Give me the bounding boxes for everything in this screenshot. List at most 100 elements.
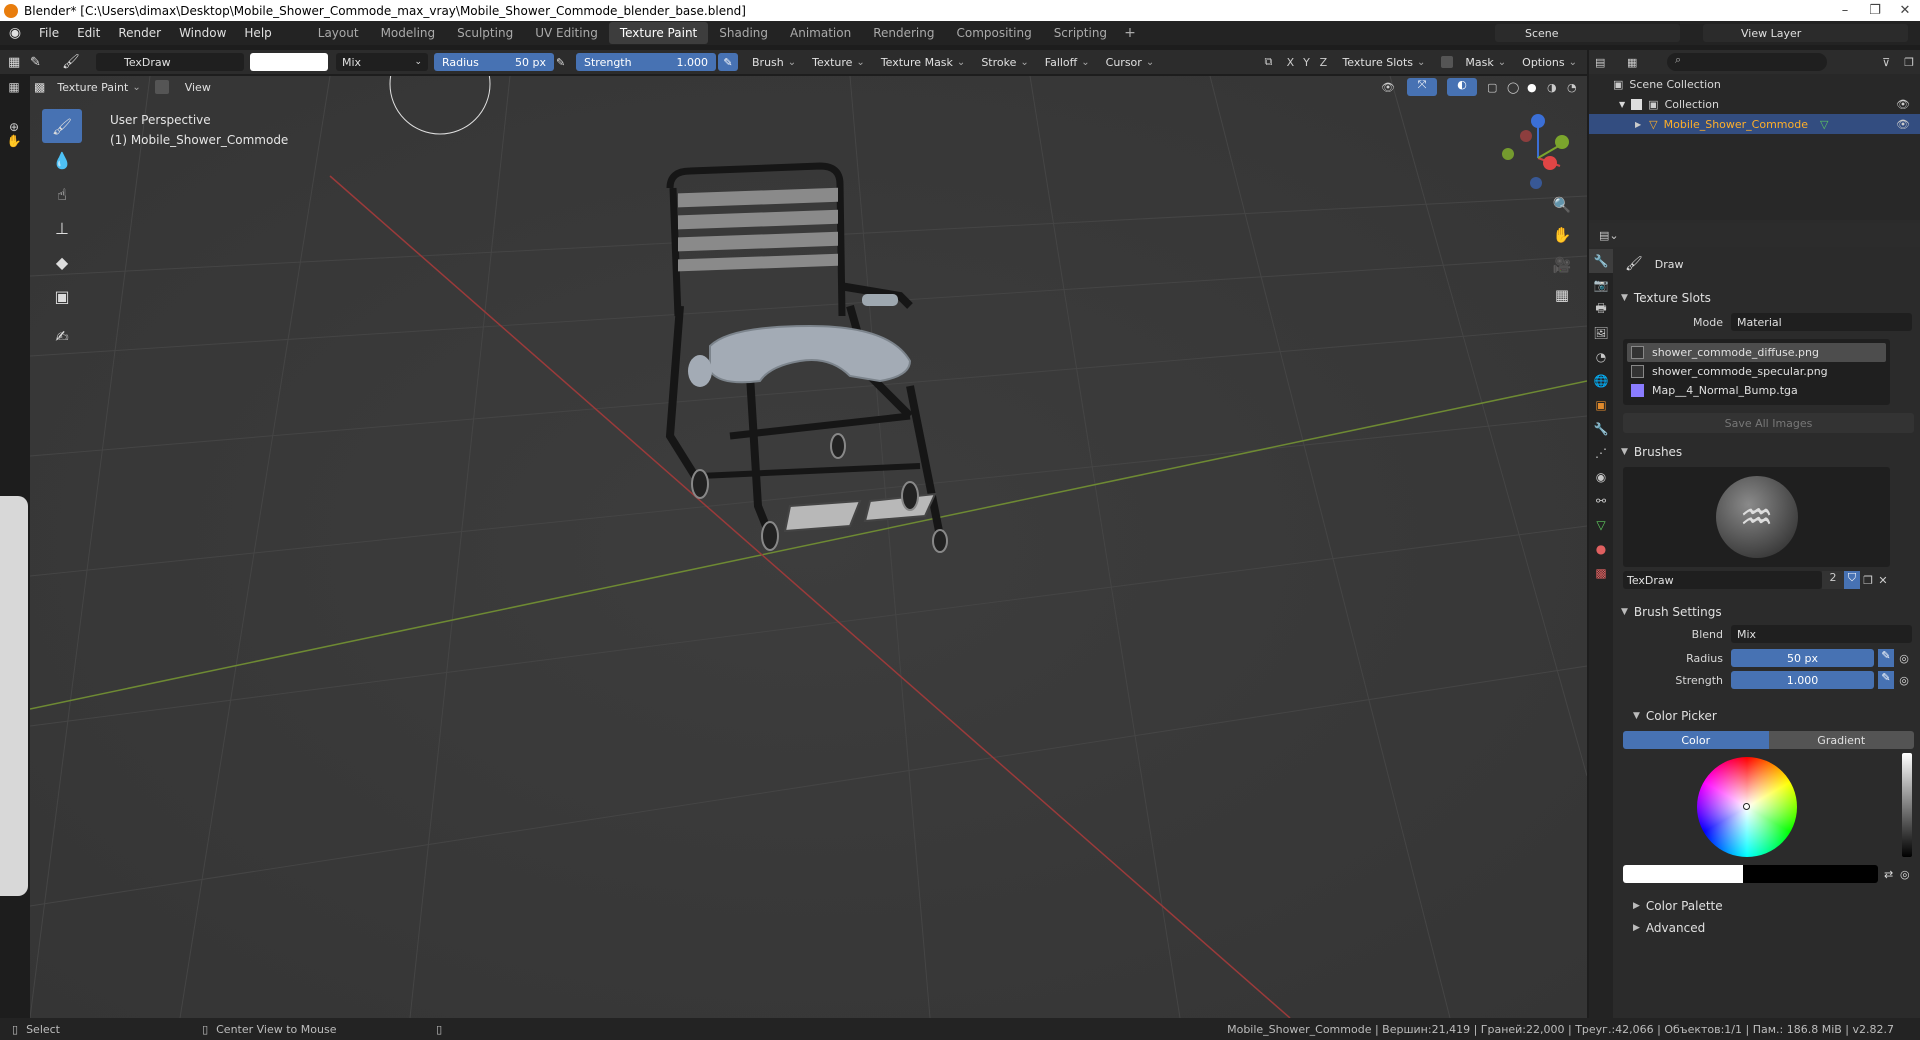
menu-file[interactable]: File <box>30 26 68 40</box>
visibility-icon[interactable]: 👁 <box>1381 81 1407 94</box>
secondary-color-swatch[interactable] <box>1743 865 1878 883</box>
color-tab[interactable]: Color <box>1623 731 1769 749</box>
maximize-icon[interactable]: ❐ <box>1860 0 1890 21</box>
brush-preview[interactable]: ♒ <box>1623 467 1890 567</box>
axis-y-toggle[interactable]: Y <box>1298 56 1314 69</box>
texture-slots-panel-header[interactable]: ▼ Texture Slots <box>1615 287 1920 309</box>
tab-rendering[interactable]: Rendering <box>862 22 945 44</box>
mask-dropdown[interactable]: Mask <box>1459 53 1512 71</box>
overlay-toggle-icon[interactable]: ◐ <box>1447 78 1477 96</box>
visibility-eye-icon[interactable]: 👁 <box>1896 98 1910 111</box>
editor-type-icon-2[interactable]: ▦ <box>0 76 28 100</box>
save-all-images-button[interactable]: Save All Images <box>1623 413 1914 433</box>
texture-slot-item[interactable]: shower_commode_specular.png <box>1627 362 1886 381</box>
mode-dropdown-panel[interactable]: Material <box>1731 313 1912 331</box>
draw-tool-icon[interactable]: 🖌 <box>42 109 82 143</box>
world-tab-icon[interactable]: 🌐 <box>1589 369 1613 393</box>
view-layer-selector[interactable]: View Layer <box>1703 24 1908 42</box>
collection-checkbox[interactable] <box>1631 98 1643 110</box>
camera-icon[interactable]: 🎥 <box>1548 250 1576 280</box>
mode-icon[interactable]: ✎ <box>30 55 62 70</box>
mask-tool-icon[interactable]: ▣ <box>42 279 82 313</box>
3d-viewport[interactable] <box>30 76 1587 1018</box>
brush-dropdown[interactable]: Brush <box>746 53 802 71</box>
outliner-collection[interactable]: ▼ ▣ Collection 👁 <box>1589 94 1920 114</box>
material-tab-icon[interactable]: ● <box>1589 537 1613 561</box>
modifier-tab-icon[interactable]: 🔧 <box>1589 417 1613 441</box>
axis-x-toggle[interactable]: X <box>1282 56 1298 69</box>
brush-icon[interactable]: 🖌 <box>62 54 96 70</box>
primary-color-swatch[interactable] <box>1623 865 1743 883</box>
texture-slot-item[interactable]: Map__4_Normal_Bump.tga <box>1627 381 1886 400</box>
constraints-tab-icon[interactable]: ⚯ <box>1589 489 1613 513</box>
new-collection-icon[interactable]: ❐ <box>1904 56 1914 69</box>
tab-animation[interactable]: Animation <box>779 22 862 44</box>
axis-z-toggle[interactable]: Z <box>1314 56 1332 69</box>
tab-layout[interactable]: Layout <box>307 22 370 44</box>
expand-arrow-icon[interactable]: ▼ <box>1619 100 1625 109</box>
cursor-dropdown[interactable]: Cursor <box>1100 53 1161 71</box>
data-tab-icon[interactable]: ▽ <box>1589 513 1613 537</box>
smear-tool-icon[interactable]: ☝ <box>42 177 82 211</box>
value-slider[interactable] <box>1902 753 1912 857</box>
outliner-object-row[interactable]: ▶ ▽ Mobile_Shower_Commode ▽ 👁 <box>1589 114 1920 134</box>
brush-name-field[interactable]: TexDraw <box>96 53 244 71</box>
editor-type-icon[interactable]: ▦ <box>8 55 30 70</box>
minimize-icon[interactable]: – <box>1830 0 1860 21</box>
particles-tab-icon[interactable]: ⋰ <box>1589 441 1613 465</box>
radius-pressure-icon[interactable]: ✎ <box>556 56 576 69</box>
mode-dropdown[interactable]: Texture Paint <box>51 78 146 96</box>
material-shading-icon[interactable]: ◑ <box>1547 81 1567 94</box>
blender-menu-icon[interactable]: ◉ <box>0 21 30 45</box>
wireframe-shading-icon[interactable]: ◯ <box>1507 81 1527 94</box>
view-mode-icon[interactable]: ⊕ <box>0 100 28 134</box>
outliner-editor-icon[interactable]: ▤ <box>1595 56 1627 69</box>
texture-tab-icon[interactable]: ▩ <box>1589 561 1613 585</box>
radius-unit-icon[interactable]: ◎ <box>1896 652 1912 665</box>
menu-help[interactable]: Help <box>235 26 280 40</box>
rendered-shading-icon[interactable]: ◔ <box>1567 81 1587 94</box>
fill-tool-icon[interactable]: ◆ <box>42 245 82 279</box>
blend-dropdown[interactable]: Mix ⌄ <box>336 53 428 71</box>
clone-tool-icon[interactable]: ⊥ <box>42 211 82 245</box>
tab-sculpting[interactable]: Sculpting <box>446 22 524 44</box>
pan-hand-icon[interactable]: ✋ <box>1548 220 1576 250</box>
tab-scripting[interactable]: Scripting <box>1043 22 1118 44</box>
output-tab-icon[interactable]: 🖶 <box>1589 297 1613 321</box>
object-tab-icon[interactable]: ▣ <box>1589 393 1613 417</box>
tab-texture-paint[interactable]: Texture Paint <box>608 22 709 44</box>
fake-user-icon[interactable]: ⛉ <box>1844 571 1860 589</box>
mask-checkbox[interactable] <box>1441 56 1454 68</box>
texture-slots-dropdown[interactable]: Texture Slots <box>1336 53 1431 71</box>
strength-pressure-icon-panel[interactable]: ✎ <box>1878 671 1894 689</box>
menu-edit[interactable]: Edit <box>68 26 109 40</box>
texture-mask-dropdown[interactable]: Texture Mask <box>875 53 972 71</box>
tab-compositing[interactable]: Compositing <box>945 22 1042 44</box>
symmetry-icon[interactable]: ⧉ <box>1264 55 1282 69</box>
swap-colors-icon[interactable]: ⇄ <box>1884 868 1900 881</box>
grid-view-icon[interactable]: ▦ <box>1548 280 1576 310</box>
menu-render[interactable]: Render <box>109 26 170 40</box>
brushes-panel-header[interactable]: ▼ Brushes <box>1615 441 1920 463</box>
options-dropdown[interactable]: Options <box>1516 53 1583 71</box>
blend-dropdown-panel[interactable]: Mix <box>1731 625 1912 643</box>
object-visibility-eye-icon[interactable]: 👁 <box>1896 118 1910 131</box>
outliner-display-icon[interactable]: ▦ <box>1627 56 1667 69</box>
outliner-scene-collection[interactable]: ▣ Scene Collection <box>1589 74 1920 94</box>
falloff-dropdown[interactable]: Falloff <box>1039 53 1096 71</box>
close-icon[interactable]: ✕ <box>1890 0 1920 21</box>
physics-tab-icon[interactable]: ◉ <box>1589 465 1613 489</box>
radius-pressure-icon-panel[interactable]: ✎ <box>1878 649 1894 667</box>
annotate-tool-icon[interactable]: ✍ <box>42 319 82 353</box>
solid-shading-icon[interactable]: ● <box>1527 81 1547 94</box>
render-tab-icon[interactable]: 📷 <box>1589 273 1613 297</box>
view-layer-tab-icon[interactable]: 🖼 <box>1589 321 1613 345</box>
tool-tab-icon[interactable]: 🔧 <box>1589 249 1613 273</box>
strength-pressure-icon[interactable]: ✎ <box>718 53 738 71</box>
advanced-panel-header[interactable]: ▶ Advanced <box>1615 917 1920 939</box>
outliner-search[interactable]: ⌕ <box>1667 53 1827 71</box>
color-swatch[interactable] <box>250 53 328 71</box>
brush-settings-panel-header[interactable]: ▼ Brush Settings <box>1615 601 1920 623</box>
gizmo-toggle-icon[interactable]: ⤧ <box>1407 78 1437 96</box>
filter-icon[interactable]: ⊽ <box>1882 56 1904 69</box>
